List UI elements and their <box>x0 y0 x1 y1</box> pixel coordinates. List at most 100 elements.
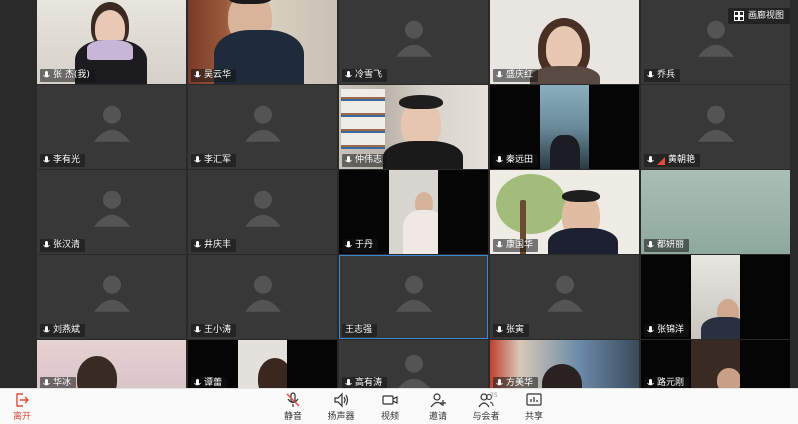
microphone-icon <box>647 71 654 80</box>
signal-bars-icon <box>657 156 665 165</box>
participant-tile[interactable]: 吴云华 <box>188 0 337 84</box>
video-camera-icon <box>382 395 398 405</box>
participant-tile[interactable]: 黄朝艳 <box>641 85 790 169</box>
avatar-placeholder-icon <box>90 100 134 144</box>
mute-button[interactable]: 静音 <box>273 392 313 424</box>
participant-tile[interactable]: 康国华 <box>490 170 639 254</box>
microphone-icon <box>43 326 50 335</box>
microphone-icon <box>194 379 201 388</box>
participant-tile[interactable]: 李有光 <box>37 85 186 169</box>
participant-tile[interactable]: 盛庆红 <box>490 0 639 84</box>
avatar-placeholder-icon <box>694 100 738 144</box>
microphone-icon <box>43 241 50 250</box>
participant-tile[interactable]: 井庆丰 <box>188 170 337 254</box>
microphone-icon <box>496 71 503 80</box>
share-button[interactable]: 共享 <box>514 392 554 424</box>
avatar-placeholder-icon <box>90 185 134 229</box>
participant-name: 仲伟志 <box>342 154 388 167</box>
participants-count-badge: 35 <box>490 392 498 399</box>
avatar-placeholder-icon <box>543 270 587 314</box>
participant-tile[interactable]: 方美华 <box>490 340 639 392</box>
participant-name: 盛庆红 <box>493 69 539 82</box>
participant-name: 李有光 <box>40 154 86 167</box>
microphone-icon <box>194 71 201 80</box>
add-person-icon <box>430 393 446 408</box>
microphone-icon <box>345 156 352 165</box>
microphone-icon <box>647 241 654 250</box>
microphone-signal-icon <box>647 156 654 165</box>
participant-name: 李汇军 <box>191 154 237 167</box>
microphone-icon <box>43 156 50 165</box>
avatar-placeholder-icon <box>90 270 134 314</box>
participant-tile[interactable]: 都妍丽 <box>641 170 790 254</box>
speaker-label: 扬声器 <box>327 412 355 422</box>
participant-name: 王小涛 <box>191 324 237 337</box>
participant-name: 冷雪飞 <box>342 69 388 82</box>
gallery-view-label: 画廊视图 <box>747 11 784 21</box>
participant-tile[interactable]: 李汇军 <box>188 85 337 169</box>
participant-tile[interactable]: 张 杰(我) <box>37 0 186 84</box>
grid-icon <box>733 11 744 21</box>
microphone-icon <box>496 241 503 250</box>
participant-name: 刘燕斌 <box>40 324 86 337</box>
participant-name: 王志强 <box>342 324 378 337</box>
gallery-view-button[interactable]: 画廊视图 <box>727 8 790 24</box>
participant-tile[interactable]: 于丹 <box>339 170 488 254</box>
microphone-icon <box>345 71 352 80</box>
participant-tile-active-speaker[interactable]: 王志强 <box>339 255 488 339</box>
microphone-icon <box>647 326 654 335</box>
participant-name: 黄朝艳 <box>644 154 701 167</box>
microphone-icon <box>496 156 503 165</box>
participant-tile[interactable]: 路元刚 <box>641 340 790 392</box>
microphone-icon <box>496 379 503 388</box>
participant-name: 张汉清 <box>40 239 86 252</box>
speaker-icon <box>334 392 349 408</box>
participant-name: 秦远田 <box>493 154 539 167</box>
leave-button[interactable]: 离开 <box>2 392 42 424</box>
participant-tile[interactable]: 高有涛 <box>339 340 488 392</box>
microphone-icon <box>647 379 654 388</box>
participant-tile[interactable]: 刘燕斌 <box>37 255 186 339</box>
participants-label: 与会者 <box>472 412 500 422</box>
avatar-placeholder-icon <box>241 270 285 314</box>
participant-tile[interactable]: 秦远田 <box>490 85 639 169</box>
participant-tile[interactable]: 王小涛 <box>188 255 337 339</box>
participant-name: 张锦洋 <box>644 324 690 337</box>
microphone-icon <box>194 326 201 335</box>
avatar-placeholder-icon <box>241 185 285 229</box>
microphone-icon <box>496 326 503 335</box>
participant-tile[interactable]: 冷雪飞 <box>339 0 488 84</box>
participant-tile[interactable]: 谭蕾 <box>188 340 337 392</box>
participants-button[interactable]: 35 与会者 <box>466 392 506 424</box>
share-label: 共享 <box>524 412 543 422</box>
participant-name: 于丹 <box>342 239 379 252</box>
participant-name: 张寅 <box>493 324 530 337</box>
microphone-icon <box>43 71 50 80</box>
participant-tile[interactable]: 张锦洋 <box>641 255 790 339</box>
microphone-icon <box>194 241 201 250</box>
mute-label: 静音 <box>283 412 302 422</box>
speaker-button[interactable]: 扬声器 <box>321 392 361 424</box>
participant-tile[interactable]: 张寅 <box>490 255 639 339</box>
participant-tile[interactable]: 张汉清 <box>37 170 186 254</box>
participant-name: 井庆丰 <box>191 239 237 252</box>
video-button[interactable]: 视频 <box>370 392 410 424</box>
invite-label: 邀请 <box>428 412 447 422</box>
video-label: 视频 <box>380 412 399 422</box>
participant-name: 张 杰(我) <box>40 69 95 82</box>
leave-label: 离开 <box>12 412 31 422</box>
invite-button[interactable]: 邀请 <box>418 392 458 424</box>
video-stage: 张 杰(我) 吴云华 冷雪飞 盛庆红 乔兵 李有光 李汇军 仲伟志 秦远田 黄朝… <box>0 0 798 392</box>
participant-tile[interactable]: 华冰 <box>37 340 186 392</box>
avatar-placeholder-icon <box>241 100 285 144</box>
microphone-muted-icon <box>286 392 300 407</box>
avatar-placeholder-icon <box>392 270 436 314</box>
leave-icon <box>16 393 29 407</box>
microphone-icon <box>194 156 201 165</box>
participant-name: 康国华 <box>493 239 539 252</box>
share-screen-icon <box>526 393 542 406</box>
participant-tile[interactable]: 仲伟志 <box>339 85 488 169</box>
participant-name: 吴云华 <box>191 69 237 82</box>
microphone-icon <box>43 379 50 388</box>
avatar-placeholder-icon <box>392 349 436 392</box>
